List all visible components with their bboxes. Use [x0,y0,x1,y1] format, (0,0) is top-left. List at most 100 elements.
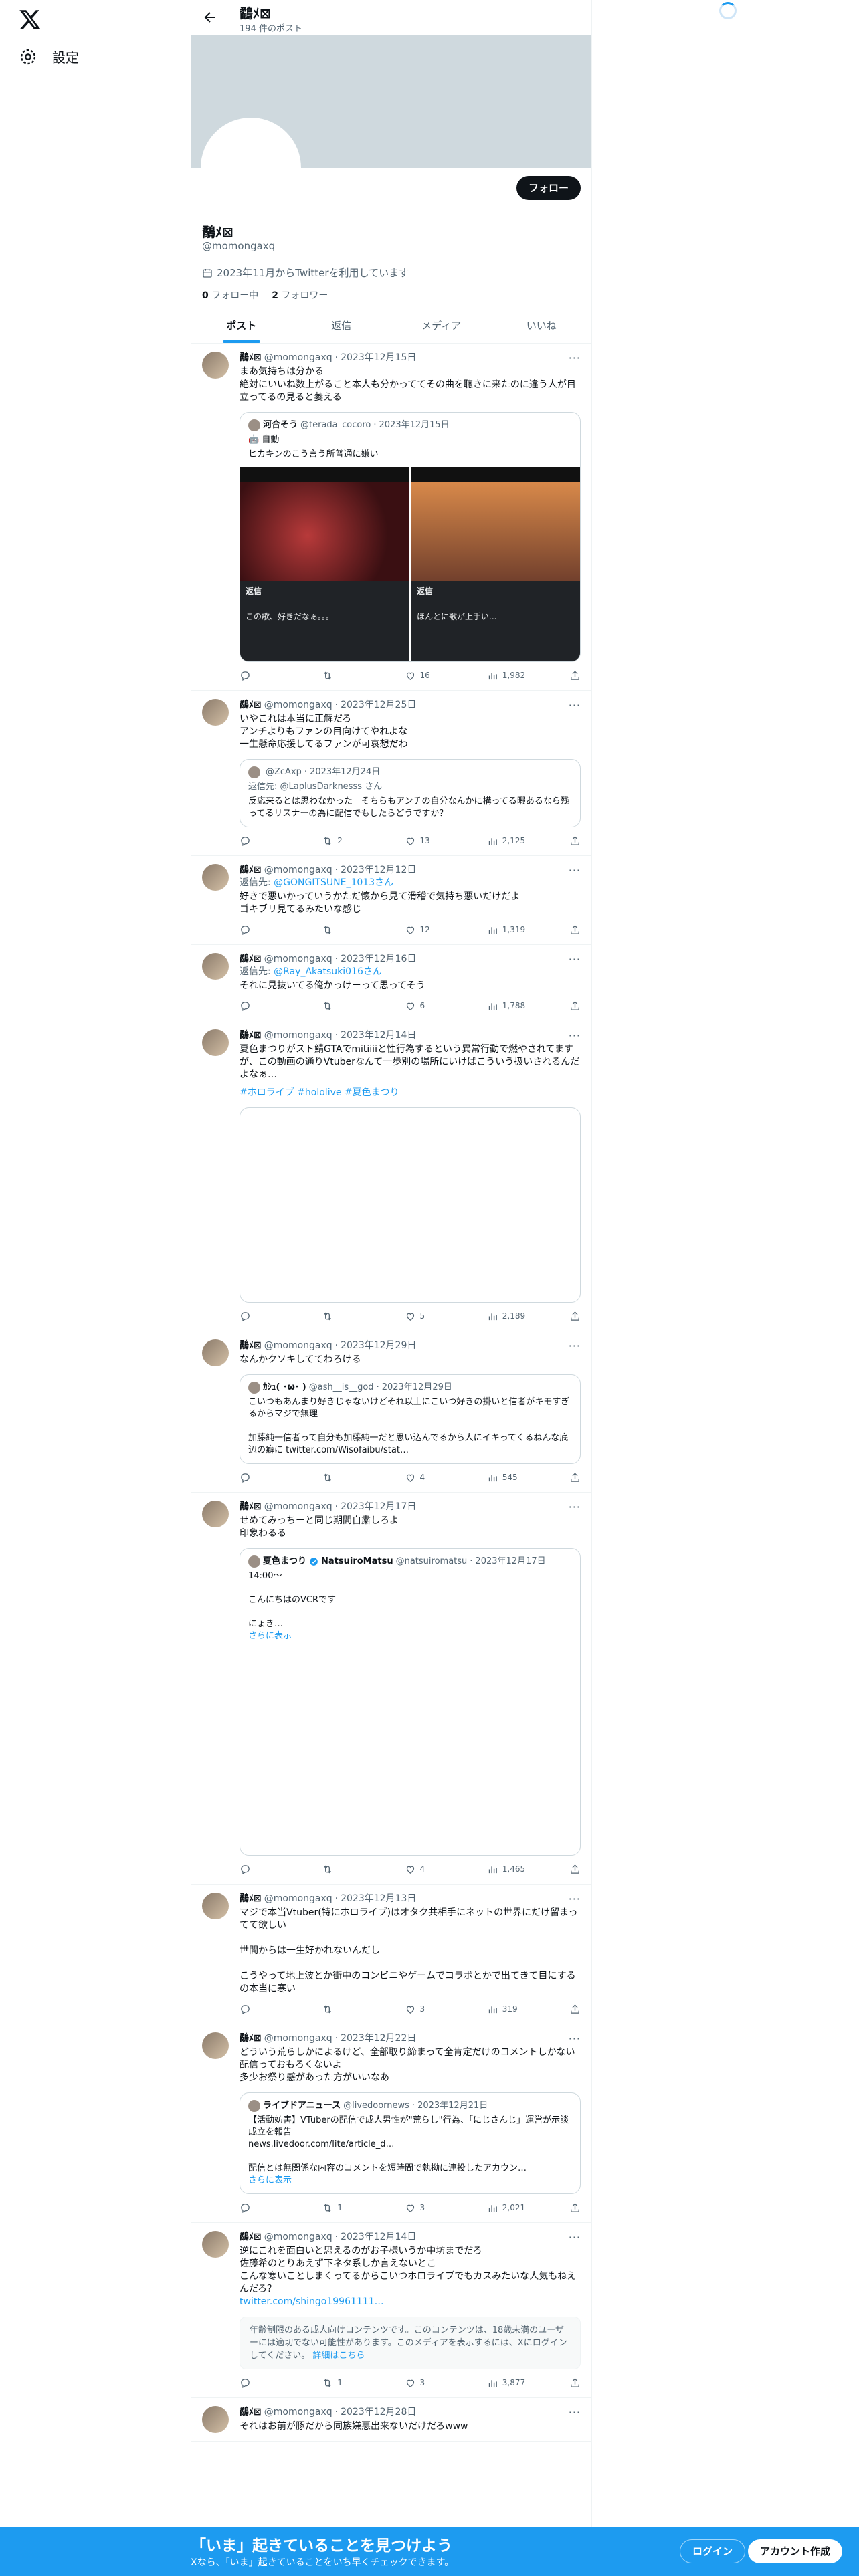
like-button[interactable]: 6 [405,1000,465,1012]
reply-button[interactable] [240,1472,300,1483]
tab-media[interactable]: メディア [391,308,492,343]
more-icon[interactable]: ··· [569,352,581,364]
avatar[interactable] [202,1501,229,1527]
more-icon[interactable]: ··· [569,2032,581,2045]
reply-button[interactable] [240,670,300,681]
like-button[interactable]: 5 [405,1310,465,1323]
like-button[interactable]: 16 [405,669,465,682]
retweet-button[interactable] [322,1472,382,1483]
tweet[interactable]: 鷸ﾒ⊠ @momongaxq · 2023年12月14日 ··· 夏色まつりがスト鯖G… [191,1021,591,1331]
views-button[interactable]: 1,788 [487,1000,547,1012]
media-image[interactable]: 返信 この歌、好きだなぁ。。。 [240,467,409,661]
retweet-button[interactable] [322,924,382,936]
like-button[interactable]: 13 [405,835,465,847]
followers-link[interactable]: 2 フォロワー [272,288,328,302]
following-link[interactable]: 0 フォロー中 [202,288,258,302]
avatar[interactable] [202,1893,229,1919]
retweet-button[interactable] [322,1864,382,1875]
share-button[interactable] [569,924,581,936]
share-button[interactable] [569,835,581,847]
share-button[interactable] [569,2202,581,2214]
like-button[interactable]: 3 [405,2003,465,2016]
share-button[interactable] [569,1472,581,1483]
quote-tweet[interactable]: @ZcAxp · 2023年12月24日 返信先: @LaplusDarknesss… [240,759,581,827]
avatar[interactable] [202,2406,229,2433]
more-icon[interactable]: ··· [569,1501,581,1513]
reply-button[interactable] [240,835,300,847]
like-button[interactable]: 3 [405,2202,465,2214]
avatar[interactable] [202,352,229,379]
retweet-button[interactable]: 1 [322,2377,382,2389]
share-button[interactable] [569,1311,581,1322]
like-button[interactable]: 4 [405,1863,465,1876]
views-button[interactable]: 1,465 [487,1863,547,1876]
retweet-button[interactable] [322,1000,382,1012]
share-button[interactable] [569,2004,581,2015]
quote-tweet[interactable]: ｶｼｭ( ･ω･ ) @ash__is__god · 2023年12月29日 こいつも… [240,1374,581,1464]
hashtags[interactable]: #ホロライブ #hololive #夏色まつり [240,1087,581,1099]
reply-button[interactable] [240,2377,300,2389]
views-button[interactable]: 2,021 [487,2202,547,2214]
like-button[interactable]: 3 [405,2377,465,2389]
more-icon[interactable]: ··· [569,1339,581,1352]
like-button[interactable]: 4 [405,1471,465,1484]
more-icon[interactable]: ··· [569,1893,581,1905]
more-icon[interactable]: ··· [569,2406,581,2419]
views-button[interactable]: 1,982 [487,669,547,682]
quote-media[interactable]: 返信 この歌、好きだなぁ。。。 返信 ほんとに歌が上手い... [240,467,580,661]
views-button[interactable]: 2,189 [487,1310,547,1323]
quote-tweet[interactable]: ライブドアニュース @livedoornews · 2023年12月21日 【活動妨害… [240,2092,581,2194]
like-button[interactable]: 12 [405,924,465,936]
avatar[interactable] [202,864,229,891]
avatar[interactable] [202,1339,229,1366]
tweet-link[interactable]: twitter.com/shingo19961111… [240,2296,384,2307]
tweet[interactable]: 鷸ﾒ⊠ @momongaxq · 2023年12月28日 ··· それはお前が豚だから… [191,2398,591,2442]
share-button[interactable] [569,1000,581,1012]
more-icon[interactable]: ··· [569,1029,581,1042]
reply-button[interactable] [240,2202,300,2214]
avatar[interactable] [202,1029,229,1056]
views-button[interactable]: 545 [487,1471,547,1484]
views-button[interactable]: 3,877 [487,2377,547,2389]
avatar[interactable] [202,699,229,726]
views-button[interactable]: 2,125 [487,835,547,847]
profile-avatar[interactable] [201,118,301,218]
more-icon[interactable]: ··· [569,953,581,966]
share-button[interactable] [569,2377,581,2389]
tab-likes[interactable]: いいね [492,308,592,343]
tweet[interactable]: 鷸ﾒ⊠ @momongaxq · 2023年12月29日 ··· なんかクソキしててわ… [191,1331,591,1493]
media-image[interactable]: 返信 ほんとに歌が上手い... [411,467,580,661]
more-icon[interactable]: ··· [569,864,581,877]
share-button[interactable] [569,1864,581,1875]
tab-posts[interactable]: ポスト [191,308,292,343]
settings-link[interactable]: 設定 [19,47,79,66]
avatar[interactable] [202,953,229,980]
learn-more-link[interactable]: 詳細はこちら [312,2351,365,2361]
tweet[interactable]: 鷸ﾒ⊠ @momongaxq · 2023年12月16日 ··· 返信先: @Ray_… [191,945,591,1021]
follow-button[interactable]: フォロー [516,176,581,200]
back-arrow-icon[interactable] [202,9,218,25]
show-more-link[interactable]: さらに表示 [248,2175,572,2187]
x-logo-icon[interactable] [19,8,41,31]
reply-button[interactable] [240,1864,300,1875]
avatar[interactable] [202,2032,229,2059]
reply-to-link[interactable]: @Ray_Akatsuki016さん [274,966,382,977]
retweet-button[interactable] [322,670,382,681]
media-video[interactable] [240,1107,581,1303]
tweet[interactable]: 鷸ﾒ⊠ @momongaxq · 2023年12月12日 ··· 返信先: @GONG… [191,856,591,945]
tweet[interactable]: 鷸ﾒ⊠ @momongaxq · 2023年12月25日 ··· いやこれは本当に正解… [191,691,591,856]
tweet[interactable]: 鷸ﾒ⊠ @momongaxq · 2023年12月22日 ··· どういう荒らしかによ… [191,2024,591,2223]
views-button[interactable]: 319 [487,2003,547,2016]
tweet[interactable]: 鷸ﾒ⊠ @momongaxq · 2023年12月14日 ··· 逆にこれを面白いと思… [191,2223,591,2398]
retweet-button[interactable]: 2 [322,835,382,847]
show-more-link[interactable]: さらに表示 [248,1630,572,1642]
retweet-button[interactable] [322,1311,382,1322]
reply-to-link[interactable]: @GONGITSUNE_1013さん [274,877,393,888]
tweet[interactable]: 鷸ﾒ⊠ @momongaxq · 2023年12月15日 ··· まあ気持ちは分かる … [191,344,591,691]
reply-button[interactable] [240,1311,300,1322]
quote-tweet[interactable]: 河合そう @terada_cocoro · 2023年12月15日 🤖 自動 ヒカキン… [240,412,581,662]
views-button[interactable]: 1,319 [487,924,547,936]
tweet[interactable]: 鷸ﾒ⊠ @momongaxq · 2023年12月17日 ··· せめてみっちーと同じ… [191,1493,591,1885]
tab-replies[interactable]: 返信 [292,308,392,343]
share-button[interactable] [569,670,581,681]
